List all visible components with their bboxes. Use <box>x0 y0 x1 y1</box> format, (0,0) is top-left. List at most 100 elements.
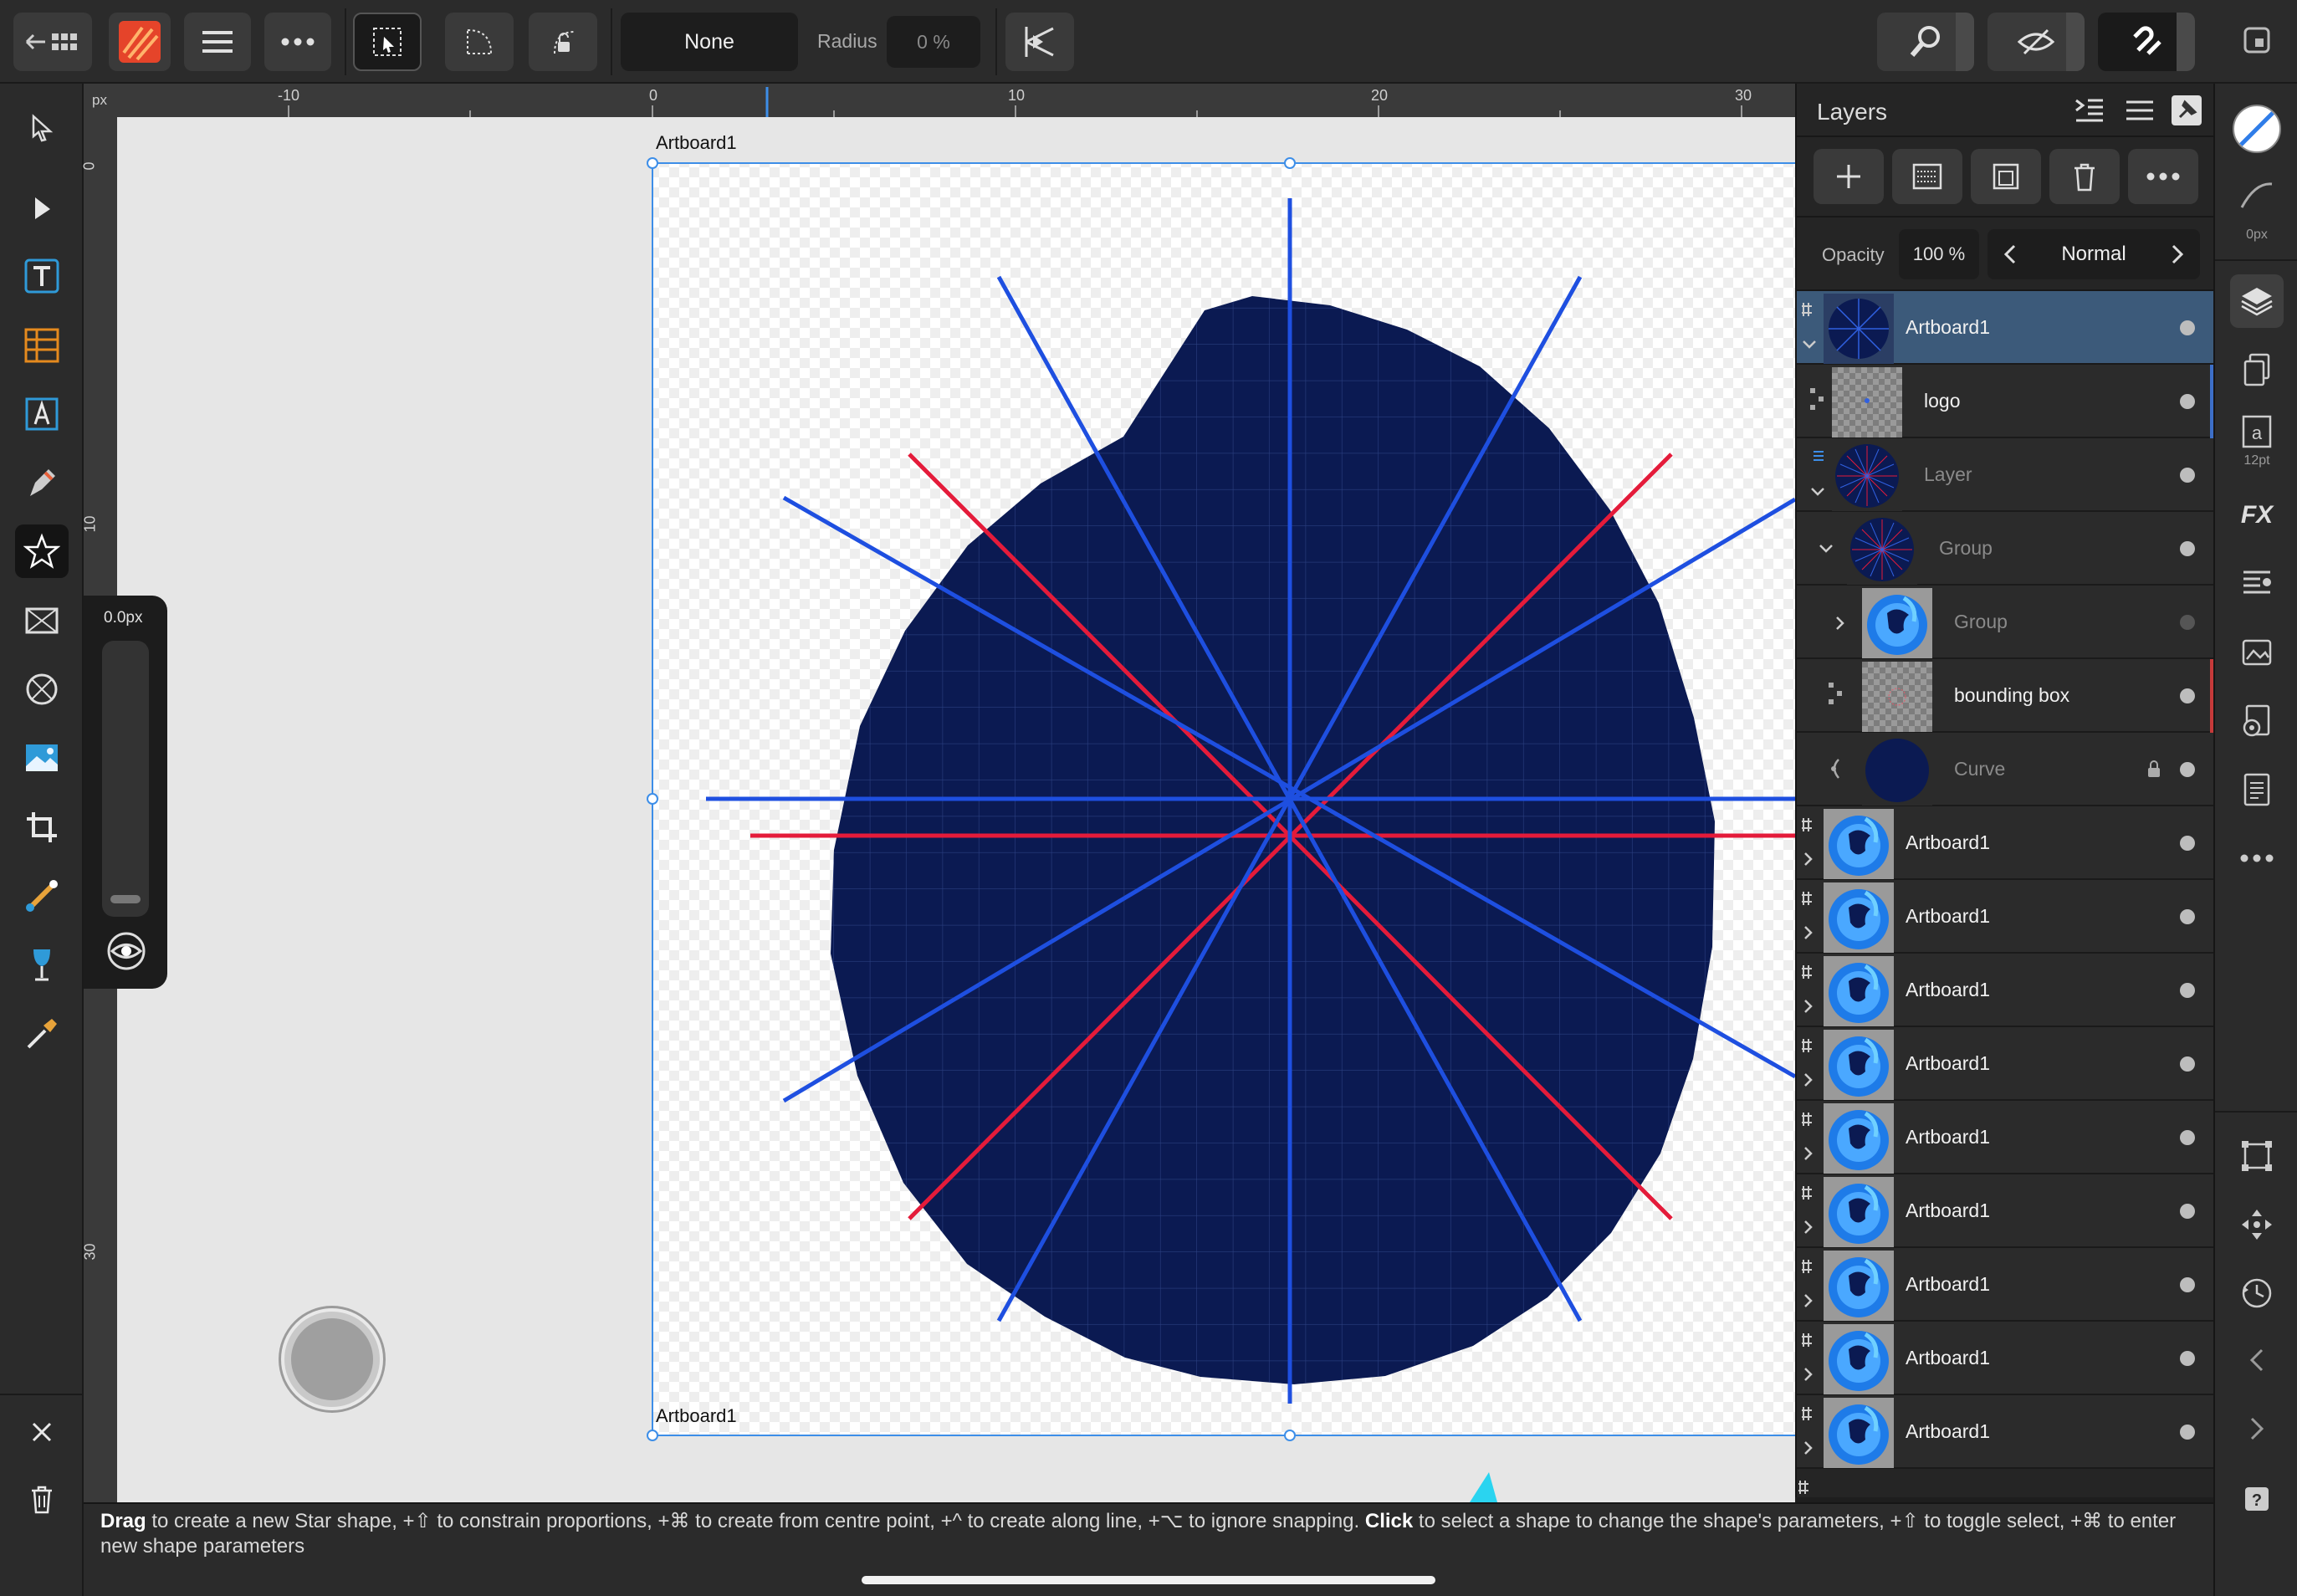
rectangle-frame-tool[interactable] <box>15 594 69 647</box>
visibility-toggle[interactable] <box>2180 836 2195 851</box>
window-button[interactable] <box>2242 25 2272 55</box>
pages-studio-button[interactable] <box>2230 343 2284 396</box>
styles-studio-button[interactable] <box>2230 557 2284 611</box>
layer-row[interactable]: Artboard1 <box>1797 1322 2213 1395</box>
layer-row[interactable]: bounding box <box>1797 659 2213 733</box>
ellipse-frame-tool[interactable] <box>15 662 69 716</box>
character-studio-button[interactable]: a <box>2230 410 2284 453</box>
stock-studio-button[interactable] <box>2230 626 2284 679</box>
add-layer-button[interactable] <box>1814 149 1884 204</box>
layer-row[interactable]: Group <box>1797 512 2213 586</box>
chevron-down-icon[interactable] <box>1817 540 1835 559</box>
visibility-toggle[interactable] <box>2180 468 2195 483</box>
effects-studio-button[interactable]: FX <box>2230 489 2284 542</box>
lock-icon[interactable] <box>2146 760 2161 778</box>
artboard-chevron-icon[interactable] <box>1800 1031 1819 1097</box>
artboard-chevron-icon[interactable] <box>1800 883 1819 950</box>
panel-menu-button[interactable] <box>2125 97 2155 124</box>
pin-panel-button[interactable] <box>2172 95 2202 125</box>
visibility-toggle[interactable] <box>2180 688 2195 703</box>
layer-row[interactable]: Artboard1 <box>1797 954 2213 1027</box>
visibility-toggle[interactable] <box>2180 320 2195 335</box>
transform-selection-button[interactable] <box>353 13 422 71</box>
layer-row[interactable]: Artboard1 <box>1797 1174 2213 1248</box>
artboard-chevron-icon[interactable] <box>1800 957 1819 1024</box>
visibility-toggle[interactable] <box>2180 1130 2195 1145</box>
transparency-tool[interactable] <box>15 938 69 991</box>
corner-curve-button[interactable] <box>445 13 514 71</box>
fill-tool[interactable] <box>15 869 69 923</box>
visibility-toggle[interactable] <box>2180 1204 2195 1219</box>
move-tool[interactable] <box>15 101 69 155</box>
view-quality-button[interactable] <box>1987 13 2085 71</box>
undo-button[interactable] <box>2230 1333 2284 1387</box>
crop-tool[interactable] <box>15 801 69 854</box>
visibility-toggle[interactable] <box>2180 1425 2195 1440</box>
collapse-panel-button[interactable] <box>2073 95 2106 125</box>
delete-layer-button[interactable] <box>2049 149 2120 204</box>
layer-row[interactable]: Artboard1 <box>1797 1027 2213 1101</box>
layer-row[interactable]: logo <box>1797 365 2213 438</box>
artboard-chevron-icon[interactable] <box>1800 1251 1819 1318</box>
node-tool[interactable] <box>15 181 69 234</box>
transform-studio-button[interactable] <box>2230 1129 2284 1183</box>
visibility-toggle[interactable] <box>2180 909 2195 924</box>
text-styles-studio-button[interactable] <box>2230 763 2284 816</box>
vertical-slider[interactable] <box>102 641 149 917</box>
layer-row[interactable]: Artboard1 <box>1797 880 2213 954</box>
frame-text-tool[interactable] <box>15 387 69 441</box>
layer-row[interactable]: Artboard1 <box>1797 1248 2213 1322</box>
visibility-toggle[interactable] <box>2180 1056 2195 1072</box>
layer-row[interactable]: Artboard1 <box>1797 1395 2213 1469</box>
layer-row[interactable]: Group <box>1797 586 2213 659</box>
convert-to-curves-button[interactable] <box>1005 13 1074 71</box>
artboard-chevron-icon[interactable] <box>1800 1399 1819 1466</box>
visibility-toggle[interactable] <box>2180 394 2195 409</box>
radius-field[interactable]: 0 % <box>887 16 980 68</box>
visibility-toggle[interactable] <box>2180 1351 2195 1366</box>
modifier-button[interactable] <box>281 1308 383 1410</box>
corner-type-dropdown[interactable]: None <box>621 13 798 71</box>
artboard-chevron-icon[interactable] <box>1800 1104 1819 1171</box>
eye-toggle-button[interactable] <box>105 930 147 972</box>
document-canvas[interactable]: Artboard1 Artboard1 <box>117 117 1795 1502</box>
layer-row[interactable]: Artboard1 <box>1797 806 2213 880</box>
layer-more-button[interactable] <box>2128 149 2198 204</box>
appearance-studio-button[interactable] <box>2230 694 2284 748</box>
close-button[interactable] <box>15 1405 69 1459</box>
back-grid-button[interactable] <box>13 13 92 71</box>
more-studios-button[interactable] <box>2230 831 2284 885</box>
artboard-chevron-icon[interactable] <box>1800 1178 1819 1245</box>
persona-button[interactable] <box>109 13 171 71</box>
stroke-width-button[interactable] <box>2230 176 2284 216</box>
chevron-right-icon[interactable] <box>1832 614 1850 632</box>
blend-mode-selector[interactable]: Normal <box>1987 229 2200 279</box>
snapping-button[interactable] <box>2098 13 2195 71</box>
main-menu-button[interactable] <box>184 13 251 71</box>
table-tool[interactable] <box>15 319 69 372</box>
help-button[interactable]: ? <box>2230 1472 2284 1526</box>
layer-row[interactable]: Artboard1 <box>1797 1101 2213 1174</box>
group-layers-button[interactable] <box>1971 149 2041 204</box>
view-zoom-button[interactable] <box>1877 13 1974 71</box>
artboard-chevron-icon[interactable] <box>1800 810 1819 877</box>
star-tool[interactable] <box>15 524 69 578</box>
layer-row[interactable]: Layer <box>1797 438 2213 512</box>
visibility-toggle[interactable] <box>2180 541 2195 556</box>
visibility-toggle[interactable] <box>2180 1277 2195 1292</box>
visibility-toggle[interactable] <box>2180 983 2195 998</box>
lock-curve-button[interactable] <box>529 13 597 71</box>
redo-button[interactable] <box>2230 1402 2284 1455</box>
pen-tool[interactable] <box>15 456 69 509</box>
artistic-text-tool[interactable] <box>15 249 69 303</box>
color-picker-tool[interactable] <box>15 1007 69 1061</box>
history-studio-button[interactable] <box>2230 1266 2284 1320</box>
visibility-toggle[interactable] <box>2180 762 2195 777</box>
visibility-toggle[interactable] <box>2180 615 2195 630</box>
navigator-studio-button[interactable] <box>2230 1198 2284 1251</box>
opacity-field[interactable]: 100 % <box>1899 229 1979 279</box>
artboard-chevron-icon[interactable] <box>1800 1325 1819 1392</box>
slider-knob[interactable] <box>110 895 141 903</box>
layer-row[interactable]: Curve <box>1797 733 2213 806</box>
layers-studio-button[interactable] <box>2230 274 2284 328</box>
